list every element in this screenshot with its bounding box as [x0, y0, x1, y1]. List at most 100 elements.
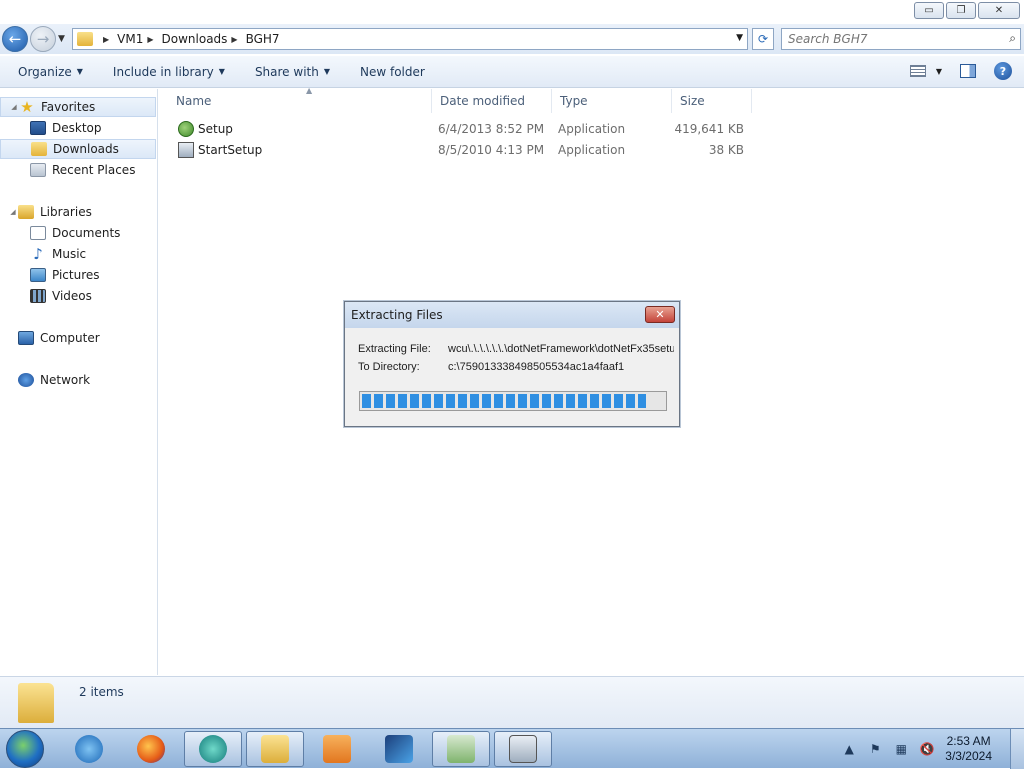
minimize-button[interactable]: ▭ — [914, 2, 944, 19]
show-desktop-button[interactable] — [1010, 729, 1024, 769]
arrow-right-icon: → — [36, 30, 50, 48]
dropdown-arrow-icon: ▼ — [218, 67, 225, 76]
address-dropdown-icon[interactable]: ▼ — [736, 33, 743, 43]
column-date-modified[interactable]: Date modified — [432, 89, 552, 113]
breadcrumb-downloads[interactable]: Downloads ▶ — [162, 32, 246, 46]
search-icon[interactable]: ⌕ — [1009, 31, 1016, 46]
column-size[interactable]: Size — [672, 89, 752, 113]
taskbar-file-explorer[interactable] — [246, 731, 304, 767]
nav-documents[interactable]: Documents — [0, 223, 156, 243]
refresh-button[interactable]: ⟳ — [752, 28, 774, 50]
clock[interactable]: 2:53 AM 3/3/2024 — [945, 734, 992, 764]
folder-icon — [18, 683, 54, 723]
item-count: 2 items — [79, 685, 124, 699]
chevron-right-icon[interactable]: ▶ — [147, 35, 153, 44]
recycle-app-icon — [447, 735, 475, 763]
navigation-pane: ◢ ★ Favorites Desktop Downloads Recent P… — [0, 89, 158, 675]
installer-icon — [509, 735, 537, 763]
help-icon[interactable]: ? — [994, 62, 1012, 80]
command-bar: Organize ▼ Include in library ▼ Share with… — [0, 56, 1024, 88]
action-center-flag-icon[interactable]: ⚑ — [867, 741, 883, 757]
dropdown-arrow-icon: ▼ — [76, 67, 83, 76]
nav-downloads[interactable]: Downloads — [0, 139, 156, 159]
chevron-right-icon[interactable]: ▶ — [103, 35, 109, 44]
extracting-file-label: Extracting File: — [358, 343, 431, 355]
taskbar-firefox[interactable] — [122, 731, 180, 767]
breadcrumb-vm1[interactable]: VM1 ▶ — [117, 32, 161, 46]
firefox-icon — [137, 735, 165, 763]
column-type[interactable]: Type — [552, 89, 672, 113]
file-row-startsetup[interactable]: StartSetup 8/5/2010 4:13 PM Application … — [160, 140, 760, 161]
taskbar-internet-explorer[interactable] — [60, 731, 118, 767]
dialog-close-button[interactable]: ✕ — [645, 306, 675, 323]
taskbar-recycle-app[interactable] — [432, 731, 490, 767]
new-folder-button[interactable]: New folder — [360, 65, 425, 79]
dialog-title: Extracting Files — [345, 302, 679, 328]
sort-ascending-icon: ▲ — [306, 86, 313, 95]
internet-explorer-icon — [75, 735, 103, 763]
forward-button[interactable]: → — [30, 26, 56, 52]
system-tray: ▲ ⚑ ▦ 🔇 2:53 AM 3/3/2024 — [841, 729, 1024, 769]
preview-pane-icon[interactable] — [960, 64, 976, 78]
window-controls: ▭ ❐ ✕ — [914, 2, 1020, 19]
music-note-icon: ♪ — [33, 245, 43, 263]
network-icon — [18, 373, 34, 387]
share-with-button[interactable]: Share with ▼ — [255, 65, 330, 79]
file-explorer-icon — [261, 735, 289, 763]
search-input[interactable] — [782, 29, 992, 49]
nav-favorites[interactable]: ◢ ★ Favorites — [0, 97, 156, 117]
nav-desktop[interactable]: Desktop — [0, 118, 156, 138]
extraction-progress-bar — [359, 391, 667, 411]
nav-videos[interactable]: Videos — [0, 286, 156, 306]
taskbar-media-player[interactable] — [308, 731, 366, 767]
breadcrumb-bgh7[interactable]: BGH7 — [246, 32, 280, 46]
app-k-icon — [385, 735, 413, 763]
details-pane: 2 items — [0, 676, 1024, 728]
taskbar-installer[interactable] — [494, 731, 552, 767]
arrow-left-icon: ← — [8, 30, 22, 48]
taskbar-app-k[interactable] — [370, 731, 428, 767]
start-button[interactable] — [6, 730, 44, 768]
change-view-button[interactable]: ▼ — [909, 65, 942, 77]
refresh-icon: ⟳ — [757, 32, 769, 46]
extracting-file-value: wcu\.\.\.\.\.\.\dotNetFramework\dotNetFx… — [448, 343, 674, 355]
address-row: ← → ▼ ▶ VM1▶ Downloads▶ BGH7 ▼ ⟳ ⌕ — [0, 24, 1024, 54]
recent-pages-dropdown[interactable]: ▼ — [58, 34, 65, 44]
volume-muted-icon[interactable]: 🔇 — [919, 741, 935, 757]
film-strip-icon — [30, 289, 46, 303]
desktop-icon — [30, 121, 46, 135]
maximize-button[interactable]: ❐ — [946, 2, 976, 19]
library-icon — [18, 205, 34, 219]
media-player-icon — [323, 735, 351, 763]
expand-triangle-icon[interactable]: ◢ — [8, 208, 18, 216]
chat-app-icon — [199, 735, 227, 763]
to-directory-label: To Directory: — [358, 361, 420, 373]
nav-libraries[interactable]: ◢ Libraries — [0, 202, 156, 222]
expand-triangle-icon[interactable]: ◢ — [9, 103, 19, 111]
nav-recent-places[interactable]: Recent Places — [0, 160, 156, 180]
file-row-setup[interactable]: Setup 6/4/2013 8:52 PM Application 419,6… — [160, 119, 760, 140]
view-details-icon — [909, 65, 926, 77]
dropdown-arrow-icon: ▼ — [935, 66, 942, 76]
address-bar[interactable]: ▶ VM1 ▶ Downloads ▶ BGH7 ▼ — [72, 28, 748, 50]
back-button[interactable]: ← — [2, 26, 28, 52]
taskbar-app-teal[interactable] — [184, 731, 242, 767]
folder-icon — [77, 32, 93, 46]
taskbar: ▲ ⚑ ▦ 🔇 2:53 AM 3/3/2024 — [0, 728, 1024, 769]
dropdown-arrow-icon: ▼ — [323, 67, 330, 76]
search-box[interactable]: ⌕ — [781, 28, 1021, 50]
nav-computer[interactable]: Computer — [0, 328, 156, 348]
setup-app-icon — [178, 121, 194, 137]
star-icon: ★ — [20, 98, 34, 116]
column-name[interactable]: Name ▲ — [168, 86, 432, 113]
nav-network[interactable]: Network — [0, 370, 156, 390]
organize-button[interactable]: Organize ▼ — [18, 65, 83, 79]
nav-music[interactable]: ♪ Music — [0, 244, 156, 264]
network-status-icon[interactable]: ▦ — [893, 741, 909, 757]
close-button[interactable]: ✕ — [978, 2, 1020, 19]
nav-pictures[interactable]: Pictures — [0, 265, 156, 285]
extracting-files-dialog: Extracting Files ✕ Extracting File: wcu\… — [344, 301, 680, 427]
show-hidden-icons-icon[interactable]: ▲ — [841, 741, 857, 757]
chevron-right-icon[interactable]: ▶ — [231, 35, 237, 44]
include-in-library-button[interactable]: Include in library ▼ — [113, 65, 225, 79]
